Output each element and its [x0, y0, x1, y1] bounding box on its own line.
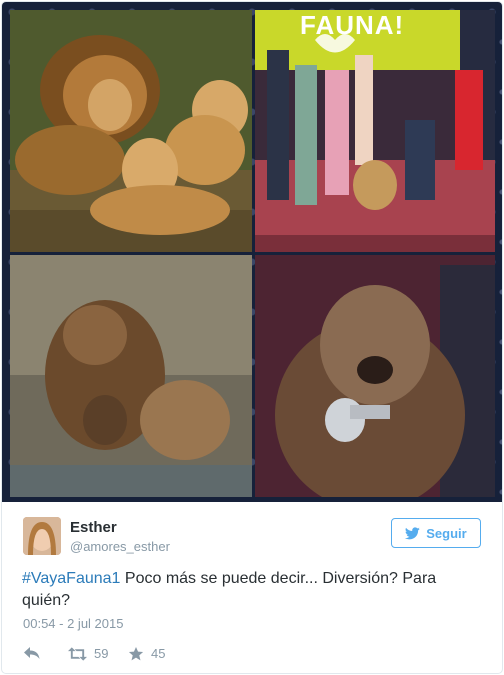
tweet-text: #VayaFauna1 Poco más se puede decir... D…: [22, 568, 462, 612]
follow-label: Seguir: [426, 525, 467, 541]
tweet-card: FAUNA! Esther @amores_esther Seguir #Vay…: [1, 1, 503, 674]
photo-bears[interactable]: [10, 255, 252, 497]
retweet-button[interactable]: 59: [68, 646, 108, 661]
avatar[interactable]: [23, 517, 61, 555]
photo-collage[interactable]: FAUNA!: [2, 2, 502, 502]
star-icon: [128, 646, 144, 660]
reply-icon: [24, 647, 40, 659]
user-name[interactable]: Esther: [70, 519, 117, 536]
show-banner-text: FAUNA!: [300, 10, 405, 40]
reply-button[interactable]: [24, 646, 40, 660]
retweet-count: 59: [94, 646, 109, 661]
like-count: 45: [151, 646, 166, 661]
follow-button[interactable]: Seguir: [391, 518, 481, 548]
photo-bear-trumpet[interactable]: [255, 255, 495, 497]
hashtag-link[interactable]: #VayaFauna1: [22, 570, 120, 587]
photo-tv-show[interactable]: FAUNA!: [255, 10, 495, 252]
like-button[interactable]: 45: [128, 646, 165, 661]
twitter-bird-icon: [405, 526, 421, 539]
tweet-timestamp[interactable]: 00:54 - 2 jul 2015: [23, 616, 123, 631]
retweet-icon: [68, 646, 87, 661]
tweet-body: Esther @amores_esther Seguir #VayaFauna1…: [2, 502, 502, 673]
user-handle[interactable]: @amores_esther: [70, 539, 170, 554]
photo-lions[interactable]: [10, 10, 252, 252]
